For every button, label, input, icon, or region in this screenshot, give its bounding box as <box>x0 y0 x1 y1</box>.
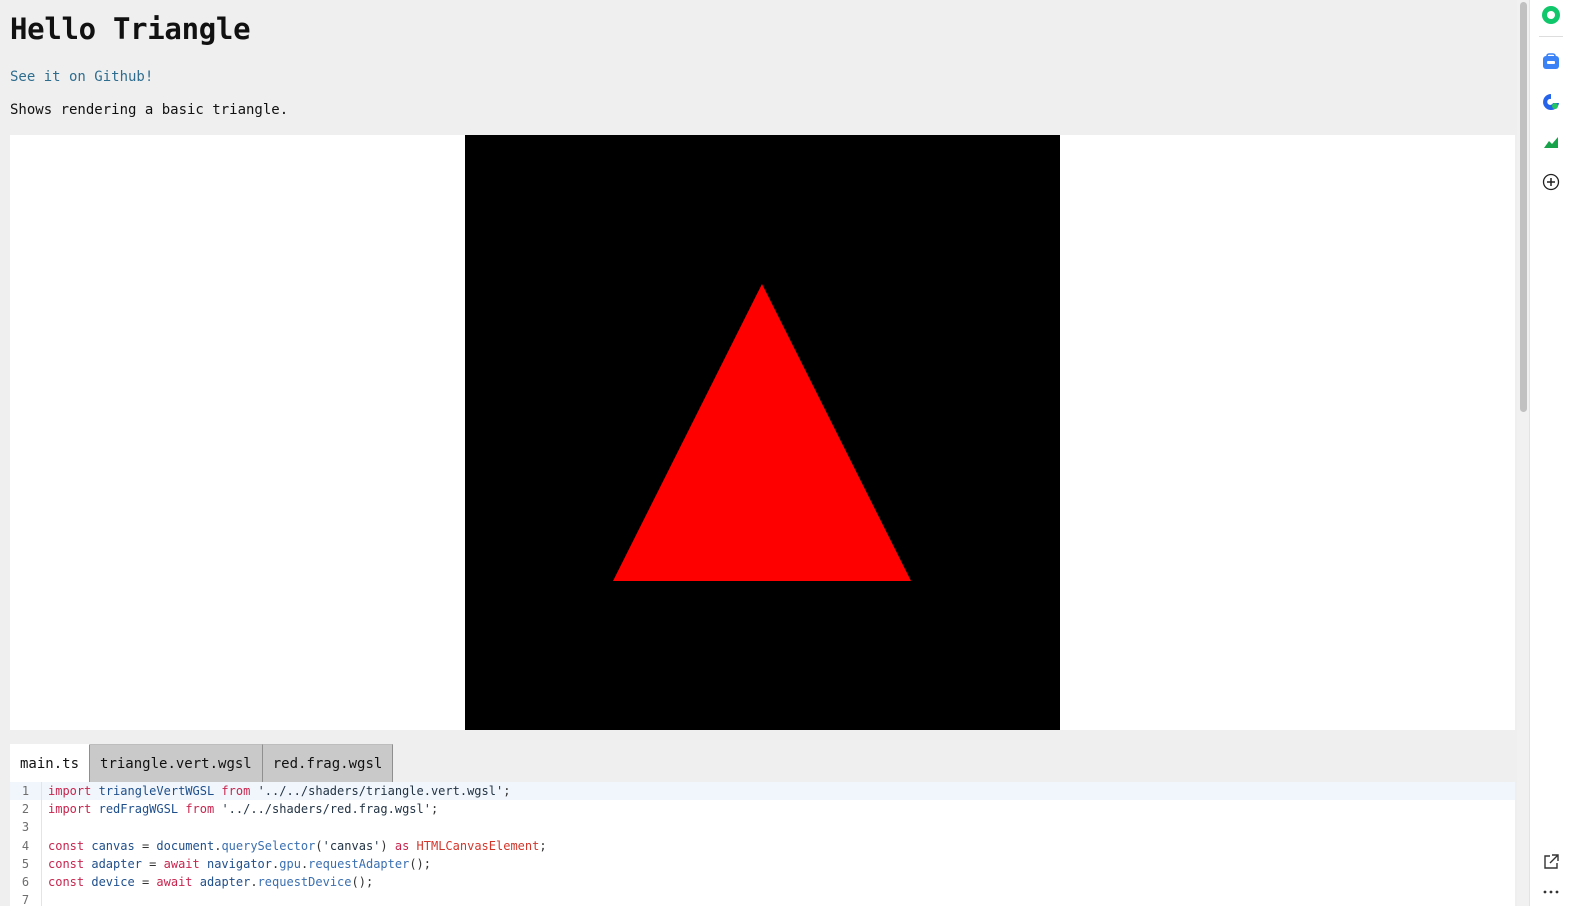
github-link[interactable]: See it on Github! <box>10 69 153 85</box>
code-token: await <box>156 874 193 889</box>
page-scrollbar[interactable] <box>1517 0 1529 906</box>
code-text: const canvas = document.querySelector('c… <box>42 837 547 855</box>
code-token: querySelector <box>221 838 316 853</box>
code-token: const <box>48 874 85 889</box>
code-text: const device = await adapter.requestDevi… <box>42 873 373 891</box>
code-line[interactable]: 5 const adapter = await navigator.gpu.req… <box>10 854 1515 873</box>
page-content: Hello Triangle See it on Github! Shows r… <box>0 0 1528 906</box>
code-text: const adapter = await navigator.gpu.requ… <box>42 855 431 873</box>
code-token: = <box>134 874 157 889</box>
code-token: canvas <box>91 838 135 853</box>
source-tabs: main.ts triangle.vert.wgsl red.frag.wgsl <box>10 744 394 782</box>
webgpu-canvas[interactable] <box>465 135 1060 730</box>
code-token: from <box>185 802 215 817</box>
line-number: 4 <box>10 836 42 855</box>
code-line[interactable]: 1 import triangleVertWGSL from '../../sha… <box>10 782 1515 801</box>
code-token: triangleVertWGSL <box>98 784 215 798</box>
code-token: ( <box>315 838 323 853</box>
code-token: '../../shaders/triangle.vert.wgsl' <box>257 784 504 798</box>
code-editor[interactable]: 1 import triangleVertWGSL from '../../sha… <box>10 782 1515 906</box>
scrollbar-thumb[interactable] <box>1520 2 1527 412</box>
line-number: 2 <box>10 800 42 819</box>
tab-main-ts[interactable]: main.ts <box>10 744 91 782</box>
code-token: await <box>163 856 200 871</box>
code-token: '../../shaders/red.frag.wgsl' <box>221 802 431 817</box>
line-number: 1 <box>10 782 42 801</box>
code-token: redFragWGSL <box>98 802 179 817</box>
code-line[interactable]: 7 <box>10 891 1515 906</box>
code-token: document <box>156 838 215 853</box>
code-line[interactable]: 4 const canvas = document.querySelector('… <box>10 836 1515 855</box>
code-token: import <box>48 802 92 817</box>
code-token: ; <box>503 784 511 798</box>
code-token: requestAdapter <box>308 856 410 871</box>
chart-icon[interactable] <box>1541 132 1561 152</box>
sidebar-divider <box>1539 36 1563 37</box>
code-token: (); <box>351 874 374 889</box>
code-token: 'canvas' <box>322 838 381 853</box>
page-description: Shows rendering a basic triangle. <box>10 102 289 118</box>
tab-triangle-vert-wgsl[interactable]: triangle.vert.wgsl <box>90 744 263 782</box>
line-number: 3 <box>10 818 42 837</box>
copilot-icon[interactable] <box>1541 5 1561 25</box>
line-number: 7 <box>10 891 42 906</box>
code-text: import redFragWGSL from '../../shaders/r… <box>42 800 438 818</box>
code-line[interactable]: 2 import redFragWGSL from '../../shaders/… <box>10 800 1515 819</box>
code-token: import <box>48 784 92 798</box>
tab-red-frag-wgsl[interactable]: red.frag.wgsl <box>262 744 394 782</box>
add-icon[interactable] <box>1541 172 1561 192</box>
code-token: = <box>134 838 157 853</box>
code-token: const <box>48 838 85 853</box>
code-token: gpu <box>279 856 301 871</box>
code-token: ; <box>539 838 547 853</box>
code-token: device <box>91 874 135 889</box>
code-token: HTMLCanvasElement <box>416 838 540 853</box>
code-token: ) <box>380 838 395 853</box>
code-token: (); <box>409 856 432 871</box>
code-token: navigator <box>206 856 273 871</box>
open-external-icon[interactable] <box>1541 852 1561 872</box>
browser-sidebar <box>1529 0 1582 906</box>
canvas-container <box>10 135 1515 730</box>
line-number: 5 <box>10 854 42 873</box>
code-token: = <box>141 856 164 871</box>
code-token: adapter <box>91 856 142 871</box>
more-icon[interactable] <box>1541 882 1561 902</box>
code-token: adapter <box>199 874 251 889</box>
code-text: import triangleVertWGSL from '../../shad… <box>42 782 510 800</box>
code-line[interactable]: 6 const device = await adapter.requestDev… <box>10 872 1515 892</box>
code-token: . <box>250 874 258 889</box>
code-token: from <box>221 784 251 798</box>
shopping-icon[interactable] <box>1541 52 1561 72</box>
code-token: ; <box>430 802 439 817</box>
code-token: as <box>394 838 410 853</box>
edge-drop-icon[interactable] <box>1541 92 1561 112</box>
code-line[interactable]: 3 <box>10 818 1515 837</box>
code-token: const <box>48 856 85 871</box>
line-number: 6 <box>10 872 42 892</box>
page-title: Hello Triangle <box>10 12 251 46</box>
code-token: requestDevice <box>257 874 352 889</box>
